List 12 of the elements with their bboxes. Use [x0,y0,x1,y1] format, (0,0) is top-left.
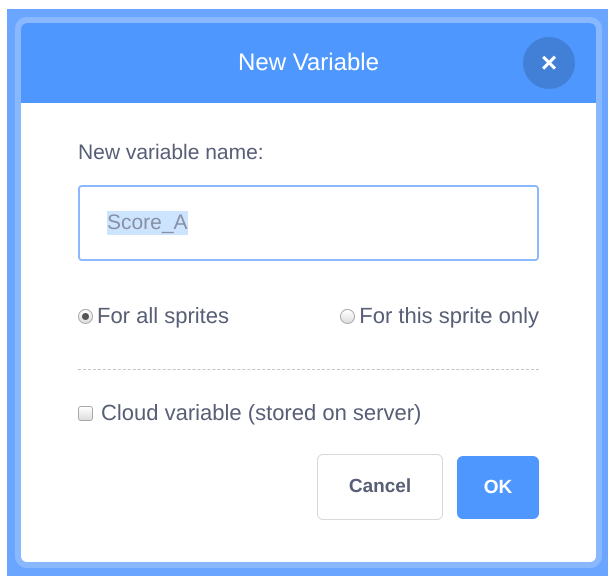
checkbox-label: Cloud variable (stored on server) [101,400,422,426]
ok-button[interactable]: OK [457,456,539,519]
checkbox[interactable] [78,406,93,420]
radio-label: For this sprite only [359,303,539,329]
close-button[interactable]: × [523,37,575,89]
dialog-title: New Variable [238,49,379,77]
input-field[interactable]: Score_A [78,185,539,261]
radio-button[interactable] [78,308,93,324]
field-label: New variable name: [78,141,265,165]
radio-label: For all sprites [97,303,230,329]
radio-button[interactable] [340,308,356,324]
cancel-button[interactable]: Cancel [317,454,443,520]
